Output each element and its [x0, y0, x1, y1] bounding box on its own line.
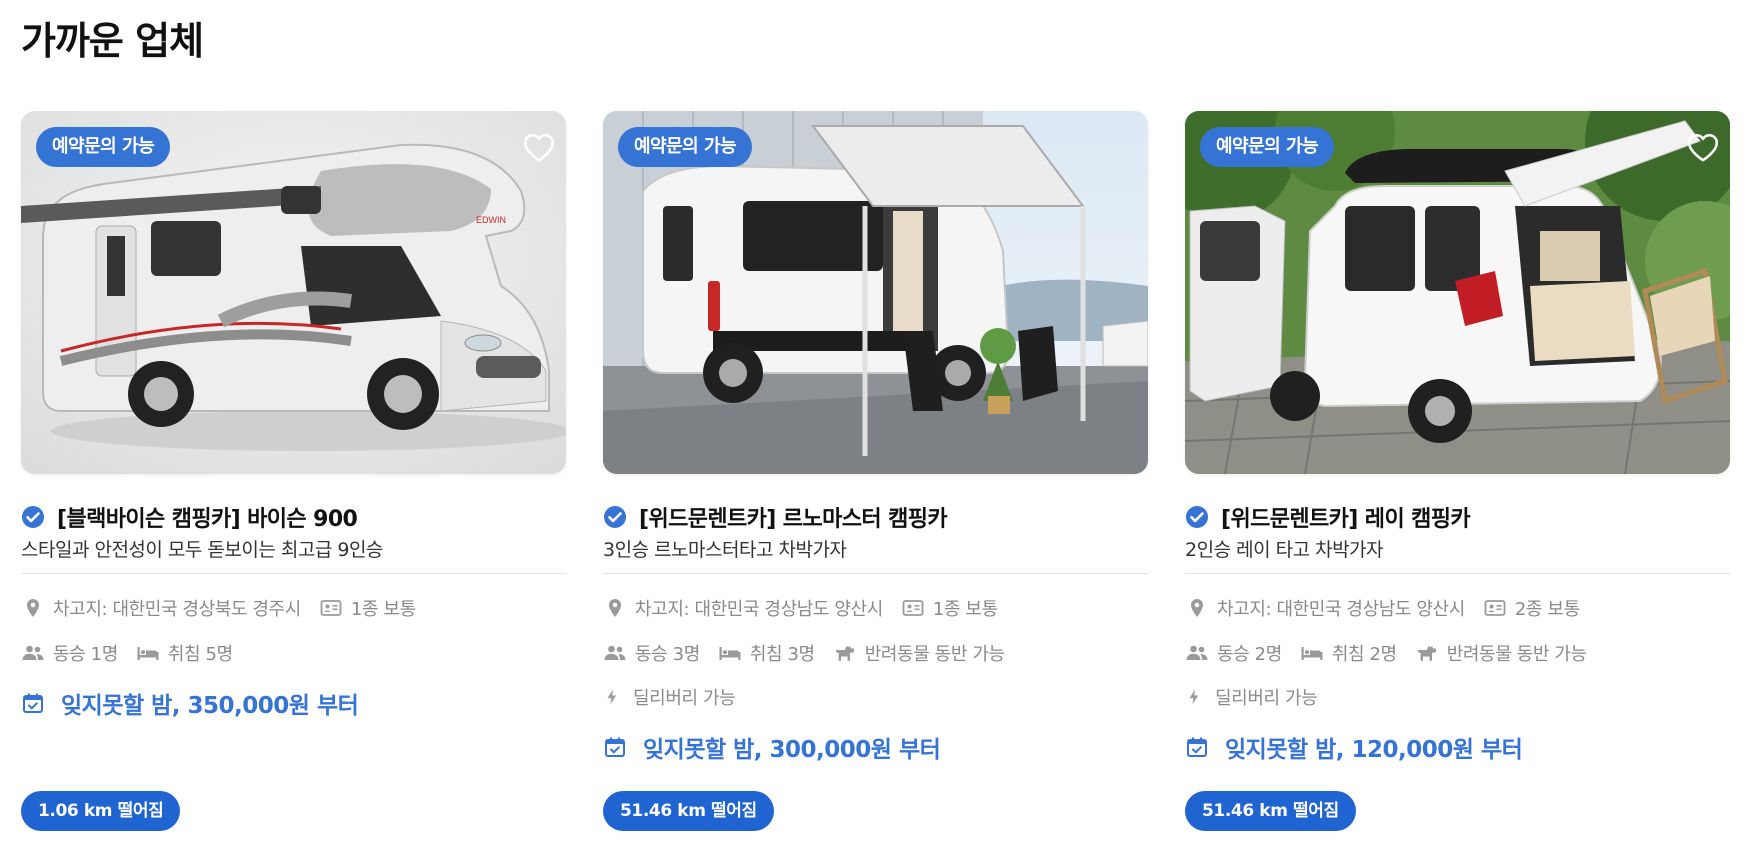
svg-text:EDWIN: EDWIN [476, 215, 506, 225]
bed-icon [718, 641, 742, 665]
bolt-icon [603, 685, 621, 709]
calendar-check-icon [603, 735, 627, 759]
distance-badge: 51.46 km 떨어짐 [603, 791, 774, 831]
divider [21, 573, 566, 574]
passenger-count: 동승 1명 [53, 644, 118, 665]
sleep-capacity: 취침 5명 [167, 644, 233, 665]
divider [603, 573, 1148, 574]
booking-available-badge: 예약문의 가능 [36, 127, 171, 167]
people-icon [21, 641, 45, 665]
price-label: 잊지못할 밤, 120,000원 부터 [1225, 737, 1523, 763]
id-card-icon [901, 596, 925, 620]
heart-outline-icon[interactable] [522, 131, 556, 165]
bolt-icon [1185, 685, 1203, 709]
calendar-check-icon [21, 691, 45, 715]
check-badge-icon [603, 505, 627, 529]
check-badge-icon [1185, 505, 1209, 529]
vehicle-photo[interactable]: EDWIN 예약문의 가능 [21, 111, 566, 474]
vehicle-photo[interactable]: 예약문의 가능 [603, 111, 1148, 474]
dog-icon [1415, 641, 1439, 665]
id-card-icon [319, 596, 343, 620]
location-pin-icon [603, 596, 627, 620]
delivery-available: 딜리버리 가능 [1215, 688, 1318, 709]
passenger-count: 동승 3명 [635, 644, 700, 665]
vehicle-title[interactable]: [블랙바이슨 캠핑카] 바이슨 900 [57, 501, 358, 533]
people-icon [1185, 641, 1209, 665]
bed-icon [1300, 641, 1324, 665]
vehicle-title[interactable]: [위드문렌트카] 레이 캠핑카 [1221, 501, 1471, 533]
price-label: 잊지못할 밤, 350,000원 부터 [61, 693, 359, 719]
delivery-available: 딜리버리 가능 [633, 688, 736, 709]
garage-location: 차고지: 대한민국 경상북도 경주시 [53, 599, 301, 620]
booking-available-badge: 예약문의 가능 [1200, 127, 1335, 167]
pet-allowed: 반려동물 동반 가능 [864, 644, 1005, 665]
sleep-capacity: 취침 2명 [1331, 644, 1397, 665]
bed-icon [136, 641, 160, 665]
vehicle-card[interactable]: 예약문의 가능 [위드문렌트카] 르노마스터 캠핑카 3인승 르노마스터타고 차… [603, 111, 1148, 831]
license-type: 1종 보통 [932, 599, 998, 620]
pet-allowed: 반려동물 동반 가능 [1446, 644, 1587, 665]
people-icon [603, 641, 627, 665]
divider [1185, 573, 1730, 574]
vehicle-card[interactable]: EDWIN 예약문의 가능 [블랙바이슨 캠핑카] 바이슨 900 스타일과 안… [21, 111, 566, 831]
booking-available-badge: 예약문의 가능 [618, 127, 753, 167]
garage-location: 차고지: 대한민국 경상남도 양산시 [1217, 599, 1465, 620]
vehicle-photo[interactable]: 예약문의 가능 [1185, 111, 1730, 474]
garage-location: 차고지: 대한민국 경상남도 양산시 [635, 599, 883, 620]
license-type: 1종 보통 [350, 599, 416, 620]
vehicle-subtitle: 2인승 레이 타고 차박가자 [1185, 539, 1384, 561]
license-type: 2종 보통 [1514, 599, 1580, 620]
id-card-icon [1483, 596, 1507, 620]
vehicle-card[interactable]: 예약문의 가능 [위드문렌트카] 레이 캠핑카 2인승 레이 타고 차박가자 차… [1185, 111, 1730, 831]
vehicle-subtitle: 3인승 르노마스터타고 차박가자 [603, 539, 847, 561]
vehicle-subtitle: 스타일과 안전성이 모두 돋보이는 최고급 9인승 [21, 539, 383, 561]
distance-badge: 1.06 km 떨어짐 [21, 791, 181, 831]
vehicle-title[interactable]: [위드문렌트카] 르노마스터 캠핑카 [639, 501, 948, 533]
price-label: 잊지못할 밤, 300,000원 부터 [643, 737, 941, 763]
calendar-check-icon [1185, 735, 1209, 759]
distance-badge: 51.46 km 떨어짐 [1185, 791, 1356, 831]
heart-outline-icon[interactable] [1686, 131, 1720, 165]
sleep-capacity: 취침 3명 [749, 644, 815, 665]
location-pin-icon [1185, 596, 1209, 620]
check-badge-icon [21, 505, 45, 529]
passenger-count: 동승 2명 [1217, 644, 1282, 665]
dog-icon [833, 641, 857, 665]
location-pin-icon [21, 596, 45, 620]
page-title: 가까운 업체 [21, 19, 204, 63]
